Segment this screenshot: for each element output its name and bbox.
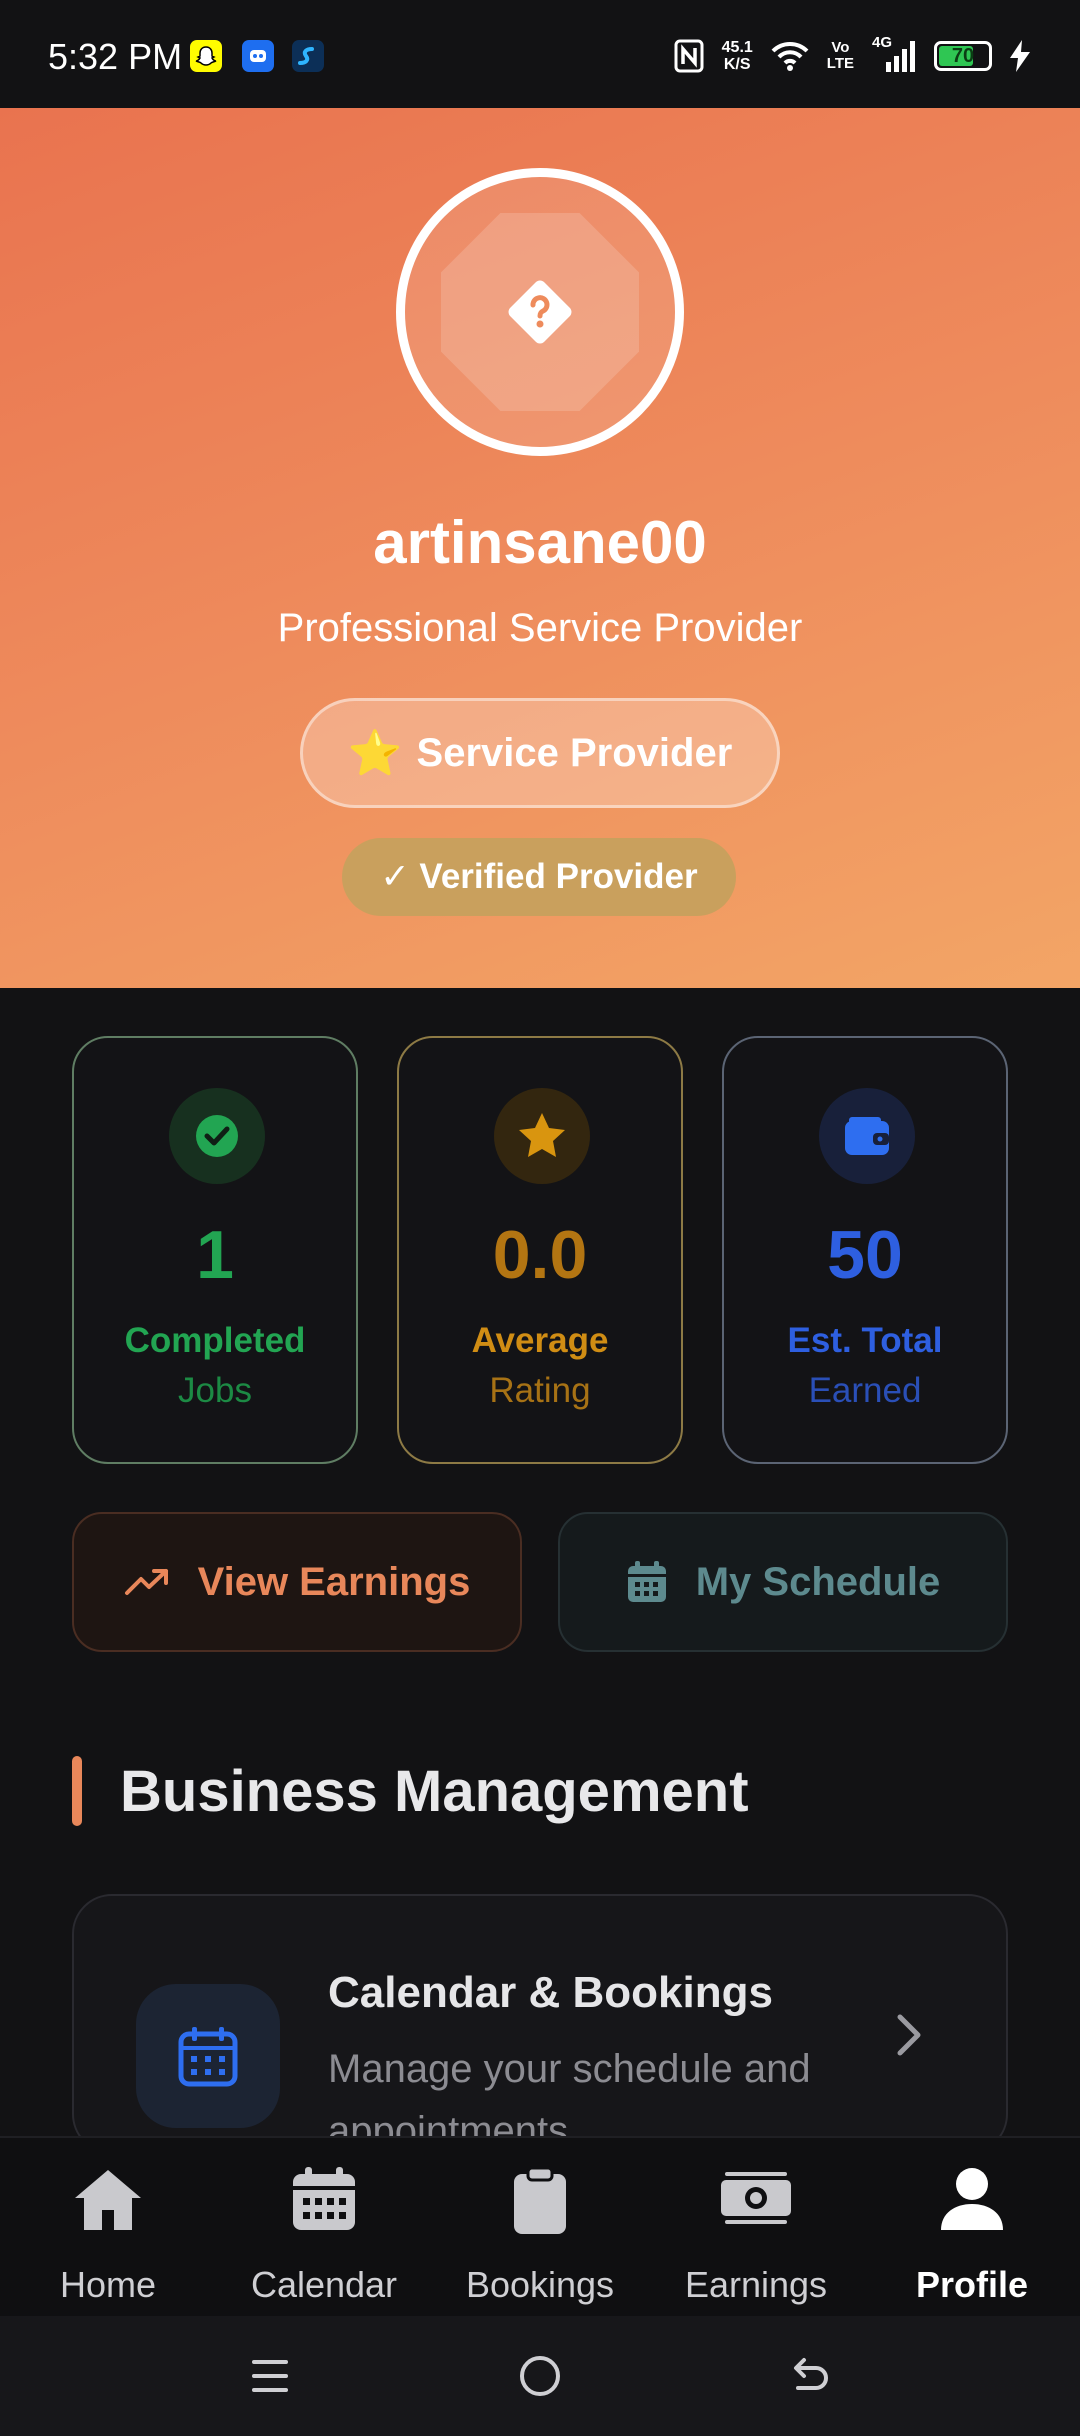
question-diamond-icon <box>508 280 572 344</box>
volte-indicator: Vo LTE <box>826 39 854 72</box>
chevron-right-icon <box>897 2014 921 2056</box>
my-schedule-label: My Schedule <box>695 1559 941 1604</box>
status-icons: 45.1 K/S Vo LTE 4G 70 <box>674 34 1030 76</box>
stat-label: Average <box>471 1321 609 1360</box>
stat-sublabel: Earned <box>808 1371 922 1410</box>
section-title: Business Management <box>120 1759 749 1824</box>
home-icon <box>75 2170 141 2230</box>
wifi-icon <box>771 41 809 71</box>
profile-role: Professional Service Provider <box>277 606 803 650</box>
verified-badge: ✓ Verified Provider <box>342 838 736 916</box>
nav-calendar[interactable]: Calendar <box>216 2138 432 2318</box>
shazam-icon <box>292 40 324 72</box>
system-navigation <box>0 2316 1080 2436</box>
money-icon <box>721 2172 791 2224</box>
avatar[interactable] <box>396 168 684 456</box>
calendar-icon <box>136 1984 280 2128</box>
trending-up-icon <box>124 1569 168 1595</box>
stat-value: 50 <box>827 1217 903 1293</box>
net-speed: 45.1 K/S <box>721 39 753 73</box>
wallet-icon <box>819 1088 915 1184</box>
nav-earnings[interactable]: Earnings <box>648 2138 864 2318</box>
back-button[interactable] <box>780 2346 840 2406</box>
view-earnings-button[interactable]: View Earnings <box>72 1512 522 1652</box>
home-system-button[interactable] <box>510 2346 570 2406</box>
section-accent-bar <box>72 1756 82 1826</box>
service-provider-badge: ⭐ Service Provider <box>300 698 780 808</box>
stat-card-earned[interactable]: 50 Est. Total Earned <box>722 1036 1008 1464</box>
status-bar: 5:32 PM 45.1 K/S Vo LTE 4G 70 <box>0 0 1080 108</box>
calendar-icon <box>627 1561 666 1602</box>
stat-card-rating[interactable]: 0.0 Average Rating <box>397 1036 683 1464</box>
stat-card-completed[interactable]: 1 Completed Jobs <box>72 1036 358 1464</box>
person-icon <box>941 2168 1003 2230</box>
nfc-icon <box>674 39 704 73</box>
badge-label: Service Provider <box>416 730 733 775</box>
status-time: 5:32 PM <box>48 36 183 77</box>
charging-icon <box>1010 40 1030 72</box>
stat-sublabel: Rating <box>489 1371 591 1410</box>
stat-sublabel: Jobs <box>178 1371 252 1410</box>
back-icon <box>794 2358 828 2390</box>
my-schedule-button[interactable]: My Schedule <box>558 1512 1008 1652</box>
check-circle-icon <box>169 1088 265 1184</box>
signal-icon: 4G <box>872 34 916 74</box>
stat-label: Est. Total <box>787 1321 943 1360</box>
calendar-icon <box>293 2167 355 2230</box>
recent-apps-button[interactable] <box>240 2346 300 2406</box>
calendar-bookings-card[interactable]: Calendar & Bookings Manage your schedule… <box>72 1894 1008 2154</box>
clipboard-icon <box>514 2166 566 2234</box>
app-icon <box>242 40 274 72</box>
profile-header: artinsane00 Professional Service Provide… <box>0 108 1080 988</box>
card-title: Calendar & Bookings <box>328 1968 773 2017</box>
circle-icon <box>520 2356 560 2396</box>
snapchat-icon <box>190 40 222 72</box>
view-earnings-label: View Earnings <box>197 1559 471 1604</box>
star-icon: ⭐ <box>347 729 403 778</box>
star-icon <box>494 1088 590 1184</box>
nav-home[interactable]: Home <box>0 2138 216 2318</box>
bottom-navigation: Home Calendar Bookings Earnings Profile <box>0 2136 1080 2316</box>
stat-value: 1 <box>196 1217 234 1293</box>
username: artinsane00 <box>373 509 707 576</box>
nav-profile[interactable]: Profile <box>864 2138 1080 2318</box>
nav-bookings[interactable]: Bookings <box>432 2138 648 2318</box>
battery-level: 70 <box>951 45 975 67</box>
stat-value: 0.0 <box>492 1217 588 1293</box>
stat-label: Completed <box>124 1321 306 1360</box>
menu-icon <box>252 2360 288 2392</box>
battery-icon: 70 <box>934 41 992 71</box>
